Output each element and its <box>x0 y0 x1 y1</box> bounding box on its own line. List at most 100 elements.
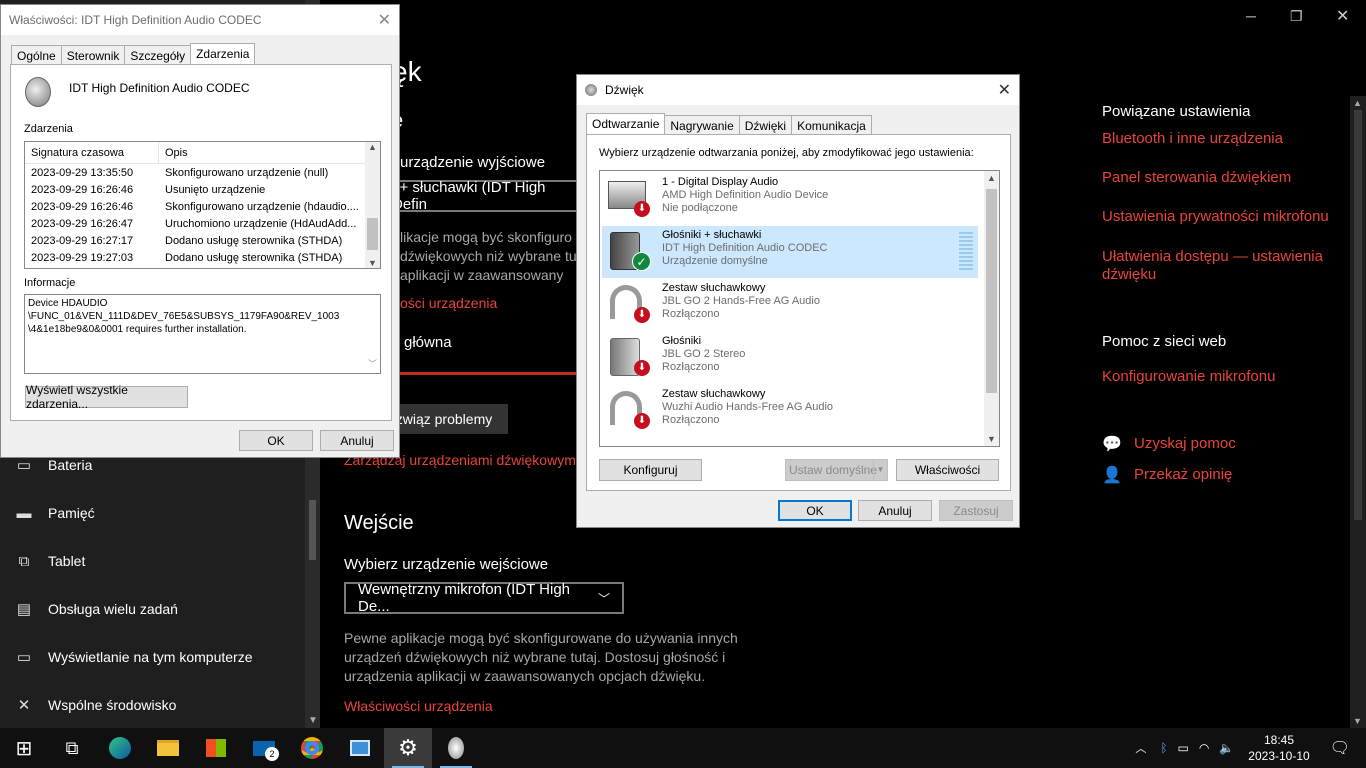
input-desc-line: urządzeń dźwiękowych niż wybrane tutaj. … <box>344 649 726 665</box>
storage-icon: ▬ <box>16 504 32 522</box>
master-volume-label: główna <box>404 334 452 351</box>
event-row[interactable]: 2023-09-29 13:35:50 Skonfigurowano urządz… <box>25 164 380 181</box>
main-scrollbar[interactable]: ▲ ▼ <box>1350 96 1366 728</box>
list-item[interactable]: ⬇ Zestaw słuchawkowy Wuzhi Audio Hands-F… <box>602 385 978 437</box>
wifi-icon[interactable]: ◠ <box>1199 741 1209 755</box>
scroll-down-arrow-icon[interactable]: ▼ <box>987 434 996 444</box>
nav-item-storage[interactable]: ▬ Pamięć <box>0 489 305 537</box>
scrollbar-thumb[interactable] <box>986 189 997 393</box>
mail-icon[interactable]: 2 <box>240 728 288 768</box>
cancel-button[interactable]: Anuluj <box>858 500 932 521</box>
column-header-description[interactable]: Opis <box>159 147 359 159</box>
chevron-down-icon[interactable]: ﹀ <box>368 358 377 371</box>
output-device-select[interactable]: i + słuchawki (IDT High Defin <box>380 179 580 213</box>
properties-button[interactable]: Właściwości <box>896 459 999 481</box>
input-device-properties-link[interactable]: Właściwości urządzenia <box>344 698 493 714</box>
list-item[interactable]: ✓ Głośniki + słuchawki IDT High Definiti… <box>602 226 978 278</box>
device-name: 1 - Digital Display Audio <box>662 176 779 188</box>
device-driver: JBL GO 2 Hands-Free AG Audio <box>662 295 820 307</box>
info-textbox[interactable]: Device HDAUDIO \FUNC_01&VEN_111D&DEV_76E… <box>24 294 381 374</box>
give-feedback-link[interactable]: Przekaż opinię <box>1134 466 1232 483</box>
nav-item-tablet[interactable]: ⧉ Tablet <box>0 537 305 585</box>
show-all-events-button[interactable]: Wyświetl wszystkie zdarzenia... <box>25 383 188 411</box>
set-default-button[interactable]: Ustaw domyślne ▼ <box>785 459 888 481</box>
nav-item-projecting[interactable]: ▭ Wyświetlanie na tym komputerze <box>0 633 305 681</box>
clock-time: 18:45 <box>1263 733 1294 747</box>
feedback-icon: 👤 <box>1102 467 1122 484</box>
system-tray: ︿ ᛒ ▭ ◠ 🔈 18:45 2023-10-10 🗨 <box>1135 728 1366 768</box>
events-scrollbar[interactable]: ▲ ▼ <box>365 142 380 268</box>
event-row[interactable]: 2023-09-29 16:26:46 Usunięto urządzenie <box>25 181 380 198</box>
microsoft-store-icon[interactable] <box>192 728 240 768</box>
input-device-select[interactable]: Wewnętrzny mikrofon (IDT High De... ﹀ <box>344 581 624 615</box>
column-header-time[interactable]: Signatura czasowa <box>25 142 159 163</box>
control-panel-icon[interactable] <box>336 728 384 768</box>
device-status: Rozłączono <box>662 308 720 320</box>
scrollbar-thumb[interactable] <box>367 218 378 250</box>
get-help-link[interactable]: Uzyskaj pomoc <box>1134 435 1236 452</box>
sound-control-panel-link[interactable]: Panel sterowania dźwiękiem <box>1102 169 1291 186</box>
bluetooth-icon[interactable]: ᛒ <box>1160 741 1167 755</box>
button-label: Wyświetl wszystkie zdarzenia... <box>26 383 128 411</box>
scrollbar-thumb[interactable] <box>1354 110 1362 520</box>
shared-experience-icon: ✕ <box>17 697 31 714</box>
event-row[interactable]: 2023-09-29 19:27:03 Dodano usługę sterown… <box>25 249 380 266</box>
minimize-icon[interactable]: ─ <box>1246 8 1256 24</box>
scroll-up-arrow-icon[interactable]: ▲ <box>368 142 377 152</box>
chrome-icon[interactable] <box>288 728 336 768</box>
playback-device-list[interactable]: ⬇ 1 - Digital Display Audio AMD High Def… <box>599 170 1000 447</box>
settings-gear-icon[interactable]: ⚙ <box>384 728 432 768</box>
troubleshoot-label: związ problemy <box>395 411 493 427</box>
list-item[interactable]: ⬇ Zestaw słuchawkowy JBL GO 2 Hands-Free… <box>602 279 978 331</box>
apply-button[interactable]: Zastosuj <box>939 500 1013 521</box>
event-row[interactable]: 2023-09-29 16:27:17 Dodano usługę sterown… <box>25 232 380 249</box>
nav-item-shared-experience[interactable]: ✕ Wspólne środowisko <box>0 681 305 729</box>
list-item[interactable]: ⬇ Głośniki JBL GO 2 Stereo Rozłączono <box>602 332 978 384</box>
configure-button[interactable]: Konfiguruj <box>599 459 702 481</box>
battery-icon[interactable]: ▭ <box>1178 741 1189 755</box>
bluetooth-devices-link[interactable]: Bluetooth i inne urządzenia <box>1102 130 1283 147</box>
choose-output-label: urządzenie wyjściowe <box>400 154 546 171</box>
ok-button[interactable]: OK <box>778 500 852 521</box>
close-icon[interactable]: ✕ <box>998 80 1011 100</box>
ease-of-access-audio-link[interactable]: Ułatwienia dostępu — ustawienia dźwięku <box>1102 248 1323 284</box>
task-view-icon[interactable]: ⧉ <box>48 728 96 768</box>
mic-privacy-link[interactable]: Ustawienia prywatności mikrofonu <box>1102 208 1329 225</box>
setup-microphone-link[interactable]: Konfigurowanie mikrofonu <box>1102 368 1275 385</box>
scroll-down-arrow-icon[interactable]: ▼ <box>308 715 318 726</box>
scrollbar-thumb[interactable] <box>309 500 316 560</box>
tab-playback[interactable]: Odtwarzanie <box>586 113 666 136</box>
event-description: Usunięto urządzenie <box>165 183 266 196</box>
start-windows-icon[interactable]: ⊞ <box>0 728 48 768</box>
file-explorer-icon[interactable] <box>144 728 192 768</box>
nav-item-multitasking[interactable]: ▤ Obsługa wielu zadań <box>0 585 305 633</box>
scroll-down-arrow-icon[interactable]: ▼ <box>1353 716 1362 726</box>
edge-browser-icon[interactable] <box>96 728 144 768</box>
cancel-button[interactable]: Anuluj <box>320 430 394 451</box>
dialog-titlebar: Dźwięk ✕ <box>577 75 1019 105</box>
clock[interactable]: 18:45 2023-10-10 <box>1248 732 1309 764</box>
list-item[interactable]: ⬇ 1 - Digital Display Audio AMD High Def… <box>602 173 978 225</box>
scroll-up-arrow-icon[interactable]: ▲ <box>987 173 996 183</box>
playback-instruction: Wybierz urządzenie odtwarzania poniżej, … <box>599 147 974 159</box>
scroll-up-arrow-icon[interactable]: ▲ <box>1353 98 1362 108</box>
device-list-scrollbar[interactable]: ▲ ▼ <box>984 171 999 446</box>
events-list[interactable]: Signatura czasowa Opis 2023-09-29 13:35:… <box>24 141 381 269</box>
close-icon[interactable]: ✕ <box>1336 6 1349 26</box>
volume-icon[interactable]: 🔈 <box>1219 741 1234 755</box>
close-icon[interactable]: ✕ <box>378 10 391 30</box>
show-hidden-icons-chevron-icon[interactable]: ︿ <box>1135 740 1146 756</box>
sound-dialog-taskbar-icon[interactable] <box>432 728 480 768</box>
volume-slider-track[interactable] <box>380 372 576 375</box>
ok-button[interactable]: OK <box>239 430 313 451</box>
event-row[interactable]: 2023-09-29 16:26:47 Uruchomiono urządzeni… <box>25 215 380 232</box>
scroll-down-arrow-icon[interactable]: ▼ <box>368 258 377 268</box>
restore-icon[interactable]: ❐ <box>1290 8 1303 25</box>
event-row[interactable]: 2023-09-29 16:26:46 Skonfigurowano urządz… <box>25 198 380 215</box>
tab-events[interactable]: Zdarzenia <box>190 43 256 66</box>
action-center-icon[interactable]: 🗨 <box>1330 738 1350 758</box>
chevron-down-icon[interactable]: ▼ <box>873 460 887 480</box>
events-label: Zdarzenia <box>24 123 73 135</box>
output-device-properties-link[interactable]: ości urządzenia <box>400 295 497 311</box>
nav-item-label: Wyświetlanie na tym komputerze <box>48 649 253 665</box>
